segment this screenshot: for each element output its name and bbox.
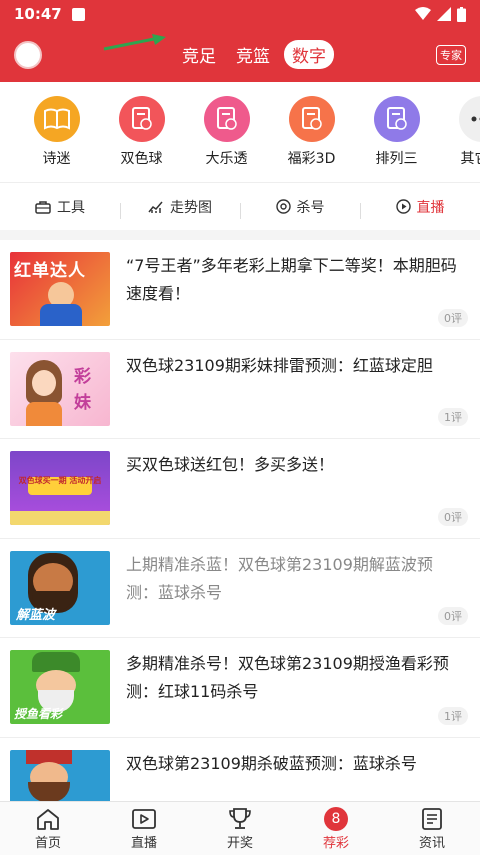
- news-title: 多期精准杀号！双色球第23109期授渔看彩预测：红球11码杀号: [126, 654, 449, 701]
- signal-icon: [437, 7, 451, 21]
- play-icon: [131, 806, 157, 832]
- play-circle-icon: [395, 199, 411, 214]
- toolbox-icon: [35, 200, 51, 214]
- news-thumbnail: 授鱼看彩: [10, 650, 110, 724]
- thumbnail-caption: 双色球买一期 活动开启: [18, 476, 102, 485]
- ticket-icon: [373, 96, 420, 142]
- category-bar: 诗迷 双色球 大乐透 福彩3D 排列三 其它彩: [0, 82, 480, 182]
- tool-label: 走势图: [170, 199, 212, 216]
- news-title: 上期精准杀蓝！双色球第23109期解蓝波预测：蓝球杀号: [126, 554, 433, 602]
- tool-button-tools[interactable]: 工具: [0, 197, 120, 217]
- tool-bar: 工具 走势图 杀号 直播: [0, 182, 480, 230]
- news-title: 双色球23109期彩妹排雷预测：红蓝球定胆: [126, 355, 433, 375]
- category-daletou[interactable]: 大乐透: [184, 96, 269, 182]
- trophy-icon: [228, 806, 252, 832]
- more-icon: [458, 96, 480, 142]
- list-item[interactable]: 红单达人 “7号王者”多年老彩上期拿下二等奖！本期胆码速度看！ 0评: [0, 240, 480, 340]
- category-fucai3d[interactable]: 福彩3D: [269, 96, 354, 182]
- nav-label: 荐彩: [322, 836, 349, 851]
- app-header: 10:47 竞足 竞篮 数字 专家: [0, 0, 480, 82]
- bottom-nav: 首页 直播 开奖 8 荐彩 资讯: [0, 801, 480, 855]
- status-time: 10:47: [14, 5, 62, 23]
- tool-button-trend[interactable]: 走势图: [120, 197, 240, 219]
- thumbnail-caption: 解蓝波: [16, 607, 56, 623]
- status-bar: 10:47: [0, 0, 480, 28]
- wifi-icon: [415, 7, 431, 20]
- category-label: 福彩3D: [287, 151, 336, 167]
- category-shimi[interactable]: 诗迷: [14, 96, 99, 182]
- thumbnail-caption: 红单达人: [14, 261, 86, 281]
- expert-button[interactable]: 专家: [436, 45, 466, 65]
- list-item[interactable]: 双色球买一期 活动开启 买双色球送红包！多买多送！ 0评: [0, 439, 480, 539]
- list-item[interactable]: 彩妹 双色球23109期彩妹排雷预测：红蓝球定胆 1评: [0, 340, 480, 439]
- category-label: 大乐透: [205, 151, 248, 167]
- category-label: 双色球: [120, 151, 163, 167]
- tool-label: 工具: [57, 199, 85, 216]
- nav-label: 首页: [34, 836, 61, 851]
- news-title: 买双色球送红包！多买多送！: [126, 455, 335, 474]
- nav-label: 直播: [130, 836, 157, 851]
- tool-button-live[interactable]: 直播: [360, 197, 480, 219]
- tab-shuzi[interactable]: 数字: [284, 40, 334, 69]
- ticket-icon: [203, 96, 250, 142]
- thumbnail-caption: 彩妹: [74, 366, 91, 413]
- trend-chart-icon: [148, 201, 163, 213]
- category-label: 其它彩: [460, 151, 480, 167]
- thumbnail-caption: 授鱼看彩: [14, 707, 63, 721]
- nav-news[interactable]: 资讯: [384, 802, 480, 855]
- header-tabs: 竞足 竞篮 数字: [176, 40, 334, 69]
- news-thumbnail: 红单达人: [10, 252, 110, 326]
- news-thumbnail: 双色球买一期 活动开启: [10, 451, 110, 525]
- news-thumbnail: 彩妹: [10, 351, 110, 426]
- comment-count: 1评: [438, 706, 468, 725]
- comment-count: 0评: [438, 607, 468, 625]
- home-icon: [36, 806, 60, 832]
- news-thumbnail: 解蓝波: [10, 550, 110, 625]
- news-list: 红单达人 “7号王者”多年老彩上期拿下二等奖！本期胆码速度看！ 0评 彩妹 双色…: [0, 240, 480, 837]
- list-item[interactable]: 授鱼看彩 多期精准杀号！双色球第23109期授渔看彩预测：红球11码杀号 1评: [0, 638, 480, 738]
- book-icon: [33, 96, 80, 142]
- nav-recommend[interactable]: 8 荐彩: [288, 802, 384, 855]
- nav-home[interactable]: 首页: [0, 802, 96, 855]
- document-icon: [421, 806, 443, 832]
- category-other[interactable]: 其它彩: [439, 96, 480, 182]
- list-item[interactable]: 解蓝波 上期精准杀蓝！双色球第23109期解蓝波预测：蓝球杀号 0评: [0, 539, 480, 638]
- tool-button-kill[interactable]: 杀号: [240, 197, 360, 219]
- comment-count: 0评: [438, 308, 468, 327]
- category-pailiesan[interactable]: 排列三: [354, 96, 439, 182]
- arrow-indicator-icon: [103, 34, 166, 51]
- battery-icon: [457, 6, 466, 22]
- tool-label: 直播: [416, 199, 445, 216]
- category-shuangseqiu[interactable]: 双色球: [99, 96, 184, 182]
- nav-label: 资讯: [418, 836, 445, 851]
- category-label: 诗迷: [42, 151, 71, 167]
- comment-count: 1评: [438, 408, 468, 426]
- category-label: 排列三: [375, 151, 418, 167]
- tool-label: 杀号: [296, 199, 325, 216]
- news-title: “7号王者”多年老彩上期拿下二等奖！本期胆码速度看！: [126, 256, 457, 303]
- nav-badge: 8: [324, 807, 348, 831]
- nav-draw[interactable]: 开奖: [192, 802, 288, 855]
- ticket-icon: [118, 96, 165, 142]
- nav-label: 开奖: [226, 836, 253, 851]
- nav-live[interactable]: 直播: [96, 802, 192, 855]
- tab-jinglan[interactable]: 竞篮: [230, 40, 276, 69]
- target-icon: [275, 199, 291, 214]
- comment-count: 0评: [438, 507, 468, 526]
- notification-icon: [71, 7, 85, 21]
- ticket-icon: [288, 96, 335, 142]
- tab-jingzu[interactable]: 竞足: [176, 40, 222, 69]
- recommend-badge-icon: 8: [324, 806, 348, 832]
- avatar[interactable]: [14, 41, 42, 69]
